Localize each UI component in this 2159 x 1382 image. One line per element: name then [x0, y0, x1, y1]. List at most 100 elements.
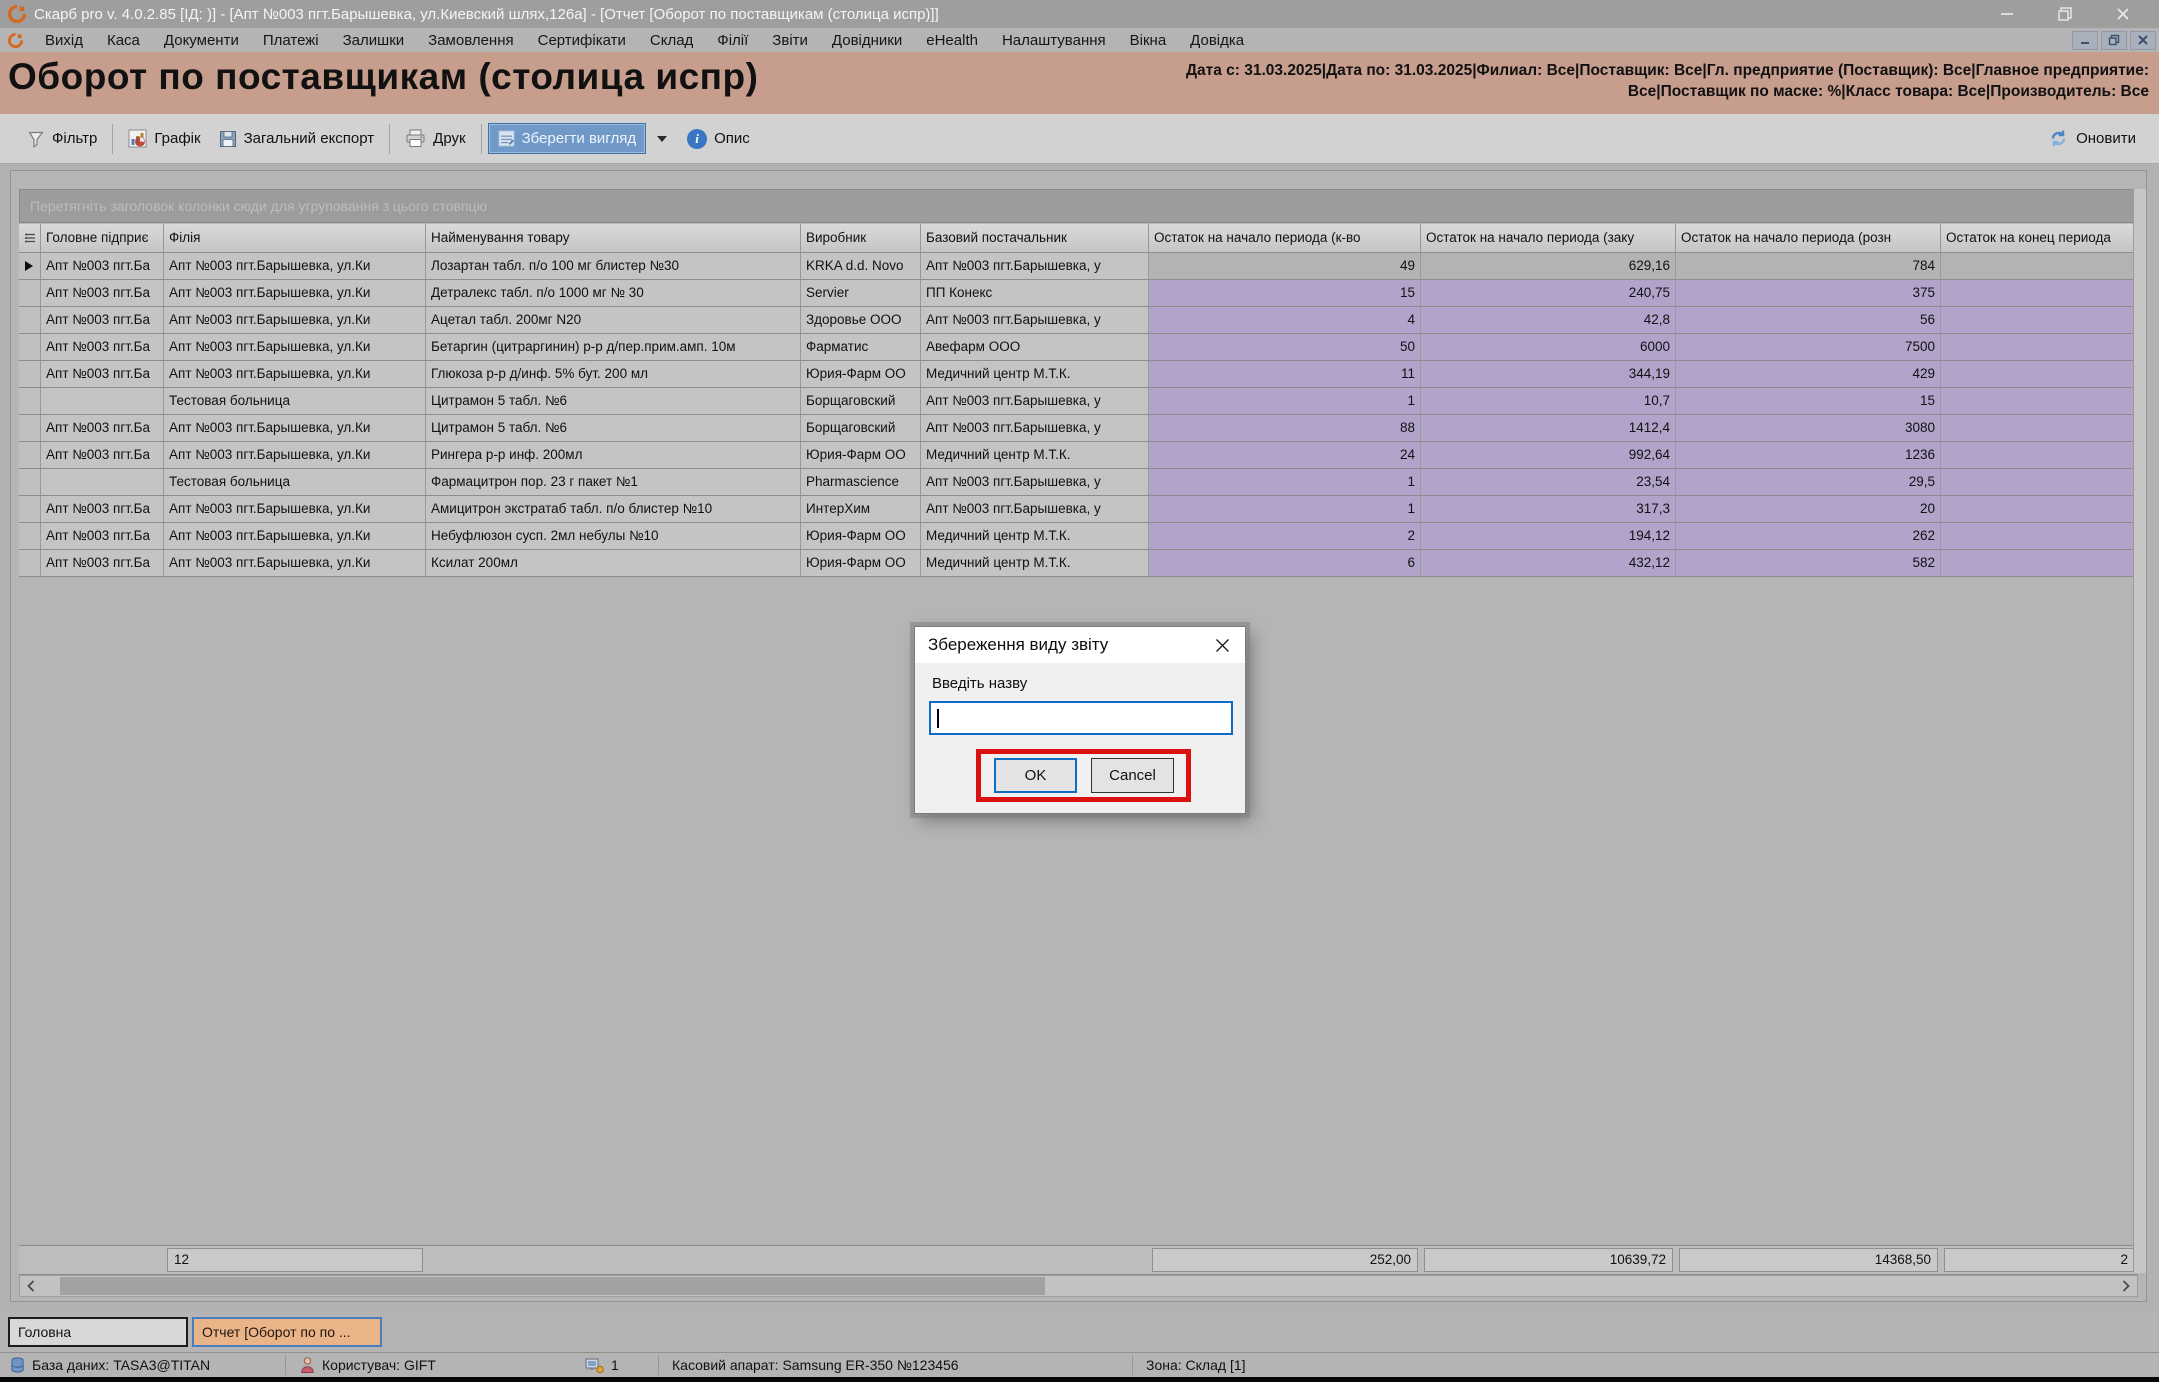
- table-cell[interactable]: Апт №003 пгт.Ба: [41, 253, 164, 280]
- table-cell[interactable]: Апт №003 пгт.Барышевка, ул.Ки: [164, 307, 426, 334]
- table-cell[interactable]: Апт №003 пгт.Ба: [41, 361, 164, 388]
- table-cell[interactable]: 432,12: [1421, 550, 1676, 577]
- table-row[interactable]: Апт №003 пгт.БаАпт №003 пгт.Барышевка, у…: [19, 253, 2138, 280]
- ok-button[interactable]: OK: [994, 758, 1077, 793]
- table-cell[interactable]: Детралекс табл. п/о 1000 мг № 30: [426, 280, 801, 307]
- table-cell[interactable]: Лозартан табл. п/о 100 мг блистер №30: [426, 253, 801, 280]
- table-cell[interactable]: Небуфлюзон сусп. 2мл небулы №10: [426, 523, 801, 550]
- menu-item[interactable]: Каса: [95, 32, 152, 49]
- table-cell[interactable]: Pharmascience: [801, 469, 921, 496]
- table-row[interactable]: Апт №003 пгт.БаАпт №003 пгт.Барышевка, у…: [19, 334, 2138, 361]
- table-cell[interactable]: 2: [1149, 523, 1421, 550]
- column-header[interactable]: Базовий постачальник: [921, 223, 1149, 253]
- table-cell[interactable]: Апт №003 пгт.Ба: [41, 334, 164, 361]
- column-header[interactable]: Остаток на конец периода: [1941, 223, 2138, 253]
- horizontal-scrollbar[interactable]: [19, 1275, 2138, 1297]
- table-cell[interactable]: 992,64: [1421, 442, 1676, 469]
- table-cell[interactable]: 7500: [1676, 334, 1941, 361]
- table-cell[interactable]: Юрия-Фарм ОО: [801, 442, 921, 469]
- table-cell[interactable]: 784: [1676, 253, 1941, 280]
- table-cell[interactable]: [1941, 388, 2138, 415]
- table-cell[interactable]: [1941, 280, 2138, 307]
- table-row[interactable]: Апт №003 пгт.БаАпт №003 пгт.Барышевка, у…: [19, 442, 2138, 469]
- table-cell[interactable]: Апт №003 пгт.Ба: [41, 415, 164, 442]
- table-cell[interactable]: Апт №003 пгт.Ба: [41, 523, 164, 550]
- table-cell[interactable]: Борщаговский: [801, 388, 921, 415]
- scroll-right-arrow-icon[interactable]: [2115, 1276, 2137, 1296]
- table-cell[interactable]: Апт №003 пгт.Барышевка, ул.Ки: [164, 550, 426, 577]
- filter-button[interactable]: Фільтр: [18, 124, 106, 154]
- table-cell[interactable]: 56: [1676, 307, 1941, 334]
- table-row[interactable]: Апт №003 пгт.БаАпт №003 пгт.Барышевка, у…: [19, 550, 2138, 577]
- table-cell[interactable]: 429: [1676, 361, 1941, 388]
- table-row[interactable]: Апт №003 пгт.БаАпт №003 пгт.Барышевка, у…: [19, 280, 2138, 307]
- chart-button[interactable]: Графік: [119, 123, 209, 154]
- report-name-input[interactable]: [929, 701, 1233, 735]
- close-button[interactable]: [2101, 0, 2145, 28]
- table-cell[interactable]: 10,7: [1421, 388, 1676, 415]
- table-cell[interactable]: Юрия-Фарм ОО: [801, 550, 921, 577]
- print-button[interactable]: Друк: [396, 123, 474, 154]
- table-row[interactable]: Апт №003 пгт.БаАпт №003 пгт.Барышевка, у…: [19, 415, 2138, 442]
- table-cell[interactable]: Медичний центр М.Т.К.: [921, 523, 1149, 550]
- table-row[interactable]: Тестовая больницаФармацитрон пор. 23 г п…: [19, 469, 2138, 496]
- minimize-button[interactable]: [1985, 0, 2029, 28]
- column-header[interactable]: Остаток на начало периода (розн: [1676, 223, 1941, 253]
- table-cell[interactable]: 317,3: [1421, 496, 1676, 523]
- table-cell[interactable]: Апт №003 пгт.Ба: [41, 550, 164, 577]
- table-cell[interactable]: Тестовая больница: [164, 469, 426, 496]
- tab-main[interactable]: Головна: [8, 1317, 188, 1347]
- table-cell[interactable]: Апт №003 пгт.Ба: [41, 496, 164, 523]
- mdi-close-button[interactable]: [2130, 31, 2156, 50]
- table-cell[interactable]: Апт №003 пгт.Барышевка, ул.Ки: [164, 496, 426, 523]
- table-cell[interactable]: Апт №003 пгт.Барышевка, ул.Ки: [164, 415, 426, 442]
- table-cell[interactable]: Амицитрон экстратаб табл. п/о блистер №1…: [426, 496, 801, 523]
- table-cell[interactable]: 42,8: [1421, 307, 1676, 334]
- table-cell[interactable]: [1941, 415, 2138, 442]
- menu-item[interactable]: Залишки: [331, 32, 417, 49]
- menu-item[interactable]: Довідники: [820, 32, 914, 49]
- table-cell[interactable]: [1941, 469, 2138, 496]
- table-cell[interactable]: 262: [1676, 523, 1941, 550]
- table-cell[interactable]: 11: [1149, 361, 1421, 388]
- table-cell[interactable]: [1941, 361, 2138, 388]
- save-view-button[interactable]: Зберегти вигляд: [488, 123, 647, 154]
- refresh-button[interactable]: Оновити: [2039, 123, 2145, 154]
- table-cell[interactable]: Апт №003 пгт.Барышевка, у: [921, 415, 1149, 442]
- table-cell[interactable]: 582: [1676, 550, 1941, 577]
- table-cell[interactable]: Апт №003 пгт.Барышевка, ул.Ки: [164, 253, 426, 280]
- menu-item[interactable]: Замовлення: [416, 32, 525, 49]
- table-row[interactable]: Апт №003 пгт.БаАпт №003 пгт.Барышевка, у…: [19, 307, 2138, 334]
- table-cell[interactable]: Апт №003 пгт.Барышевка, ул.Ки: [164, 442, 426, 469]
- table-cell[interactable]: ИнтерХим: [801, 496, 921, 523]
- table-cell[interactable]: [1941, 523, 2138, 550]
- table-cell[interactable]: Апт №003 пгт.Барышевка, ул.Ки: [164, 334, 426, 361]
- column-header[interactable]: Найменування товару: [426, 223, 801, 253]
- table-cell[interactable]: 1: [1149, 469, 1421, 496]
- table-cell[interactable]: Цитрамон 5 табл. №6: [426, 388, 801, 415]
- table-cell[interactable]: Апт №003 пгт.Ба: [41, 442, 164, 469]
- table-cell[interactable]: 194,12: [1421, 523, 1676, 550]
- table-cell[interactable]: Фармацитрон пор. 23 г пакет №1: [426, 469, 801, 496]
- table-cell[interactable]: Глюкоза р-р д/инф. 5% бут. 200 мл: [426, 361, 801, 388]
- table-cell[interactable]: 24: [1149, 442, 1421, 469]
- menu-item[interactable]: Налаштування: [990, 32, 1118, 49]
- menu-item[interactable]: eHealth: [914, 32, 990, 49]
- table-cell[interactable]: 15: [1676, 388, 1941, 415]
- table-cell[interactable]: Апт №003 пгт.Барышевка, у: [921, 307, 1149, 334]
- column-header[interactable]: Головне підприє: [41, 223, 164, 253]
- table-cell[interactable]: Цитрамон 5 табл. №6: [426, 415, 801, 442]
- table-row[interactable]: Апт №003 пгт.БаАпт №003 пгт.Барышевка, у…: [19, 496, 2138, 523]
- table-row[interactable]: Тестовая больницаЦитрамон 5 табл. №6Борщ…: [19, 388, 2138, 415]
- table-cell[interactable]: 3080: [1676, 415, 1941, 442]
- table-row[interactable]: Апт №003 пгт.БаАпт №003 пгт.Барышевка, у…: [19, 361, 2138, 388]
- table-cell[interactable]: [1941, 253, 2138, 280]
- restore-button[interactable]: [2043, 0, 2087, 28]
- group-by-panel[interactable]: Перетягніть заголовок колонки сюди для у…: [19, 189, 2138, 223]
- table-cell[interactable]: Здоровье ООО: [801, 307, 921, 334]
- table-cell[interactable]: 629,16: [1421, 253, 1676, 280]
- menu-item[interactable]: Вихід: [33, 32, 95, 49]
- menu-item[interactable]: Платежі: [251, 32, 331, 49]
- vertical-scrollbar[interactable]: [2133, 189, 2146, 1273]
- table-cell[interactable]: Ацетал табл. 200мг N20: [426, 307, 801, 334]
